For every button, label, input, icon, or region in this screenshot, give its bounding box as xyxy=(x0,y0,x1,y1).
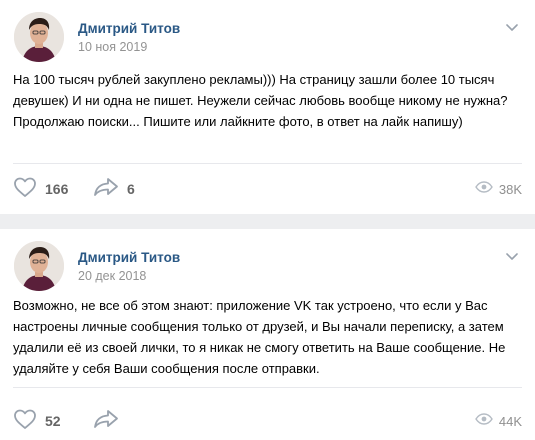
avatar[interactable] xyxy=(14,12,64,62)
share-arrow-icon xyxy=(93,176,119,203)
share-button[interactable] xyxy=(93,406,127,436)
post-actions: 52 44K xyxy=(0,406,535,436)
share-button[interactable]: 6 xyxy=(93,174,135,204)
post-author[interactable]: Дмитрий Титов xyxy=(78,21,180,36)
chevron-down-icon[interactable] xyxy=(505,249,519,260)
avatar[interactable] xyxy=(14,241,64,291)
avatar-photo xyxy=(14,241,64,291)
post-date[interactable]: 10 ноя 2019 xyxy=(78,40,147,54)
like-button[interactable]: 52 xyxy=(13,406,61,436)
avatar-photo xyxy=(14,12,64,62)
heart-icon xyxy=(13,408,37,435)
wall-post: Дмитрий Титов 10 ноя 2019 На 100 тысяч р… xyxy=(0,0,535,214)
divider xyxy=(13,163,522,164)
views-count: 38K xyxy=(498,181,522,197)
eye-icon xyxy=(475,180,493,198)
views-counter: 44K xyxy=(475,406,522,436)
heart-icon xyxy=(13,176,37,203)
wall-post: Дмитрий Титов 20 дек 2018 Возможно, не в… xyxy=(0,229,535,440)
like-count: 166 xyxy=(45,181,69,197)
views-counter: 38K xyxy=(475,174,522,204)
like-count: 52 xyxy=(45,413,61,429)
post-author[interactable]: Дмитрий Титов xyxy=(78,250,180,265)
eye-icon xyxy=(475,412,493,430)
views-count: 44K xyxy=(498,413,522,429)
divider xyxy=(13,387,522,388)
share-count: 6 xyxy=(127,181,135,197)
like-button[interactable]: 166 xyxy=(13,174,68,204)
chevron-down-icon[interactable] xyxy=(505,20,519,31)
feed: Дмитрий Титов 10 ноя 2019 На 100 тысяч р… xyxy=(0,0,535,440)
post-date[interactable]: 20 дек 2018 xyxy=(78,269,146,283)
post-text: На 100 тысяч рублей закуплено рекламы)))… xyxy=(13,72,508,129)
post-text: Возможно, не все об этом знают: приложен… xyxy=(13,298,506,376)
post-actions: 166 6 38K xyxy=(0,174,535,204)
share-arrow-icon xyxy=(93,408,119,435)
